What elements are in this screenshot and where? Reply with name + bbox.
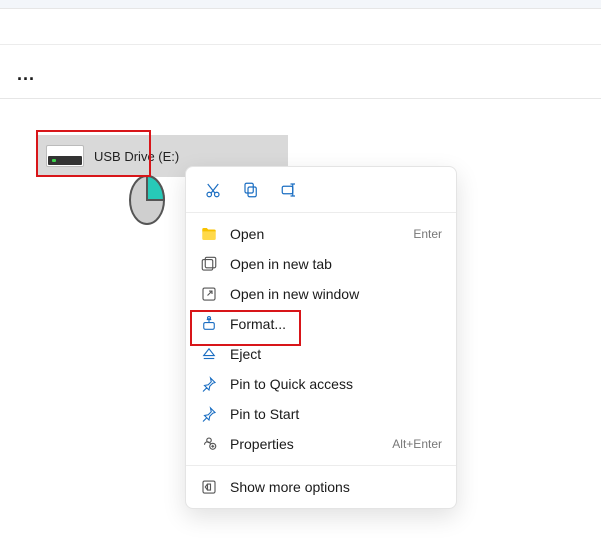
copy-icon: [242, 181, 260, 199]
menu-separator: [186, 465, 456, 466]
menu-separator: [186, 212, 456, 213]
context-menu: Open Enter Open in new tab Open in new w…: [185, 166, 457, 509]
menu-item-shortcut: Enter: [413, 227, 442, 241]
toolbar-band: [0, 9, 601, 38]
format-icon: [200, 315, 218, 333]
menu-item-label: Pin to Start: [230, 406, 442, 422]
pin-icon: [200, 375, 218, 393]
menu-eject[interactable]: Eject: [186, 339, 456, 369]
eject-icon: [200, 345, 218, 363]
menu-item-label: Properties: [230, 436, 380, 452]
menu-format[interactable]: Format...: [186, 309, 456, 339]
folder-icon: [200, 225, 218, 243]
menu-properties[interactable]: Properties Alt+Enter: [186, 429, 456, 459]
menu-item-label: Open in new window: [230, 286, 442, 302]
cut-button[interactable]: [200, 177, 226, 203]
title-bar-band: [0, 0, 601, 9]
menu-pin-start[interactable]: Pin to Start: [186, 399, 456, 429]
drive-label: USB Drive (E:): [94, 149, 179, 164]
drive-icon: [46, 145, 84, 167]
menu-open-new-window[interactable]: Open in new window: [186, 279, 456, 309]
menu-item-shortcut: Alt+Enter: [392, 437, 442, 451]
divider: [0, 98, 601, 99]
rename-icon: [280, 181, 298, 199]
menu-pin-quick-access[interactable]: Pin to Quick access: [186, 369, 456, 399]
overflow-button[interactable]: ...: [17, 64, 35, 85]
new-tab-icon: [200, 255, 218, 273]
menu-item-label: Format...: [230, 316, 442, 332]
menu-item-label: Eject: [230, 346, 442, 362]
pin-icon: [200, 405, 218, 423]
menu-item-label: Show more options: [230, 479, 442, 495]
new-window-icon: [200, 285, 218, 303]
context-menu-iconbar: [186, 167, 456, 212]
menu-show-more-options[interactable]: Show more options: [186, 472, 456, 502]
menu-item-label: Open in new tab: [230, 256, 442, 272]
copy-button[interactable]: [238, 177, 264, 203]
menu-item-label: Pin to Quick access: [230, 376, 442, 392]
cut-icon: [204, 181, 222, 199]
menu-item-label: Open: [230, 226, 401, 242]
menu-open-new-tab[interactable]: Open in new tab: [186, 249, 456, 279]
properties-icon: [200, 435, 218, 453]
rename-button[interactable]: [276, 177, 302, 203]
divider: [0, 44, 601, 45]
mouse-cursor-illustration: [125, 170, 169, 230]
more-options-icon: [200, 478, 218, 496]
menu-open[interactable]: Open Enter: [186, 219, 456, 249]
